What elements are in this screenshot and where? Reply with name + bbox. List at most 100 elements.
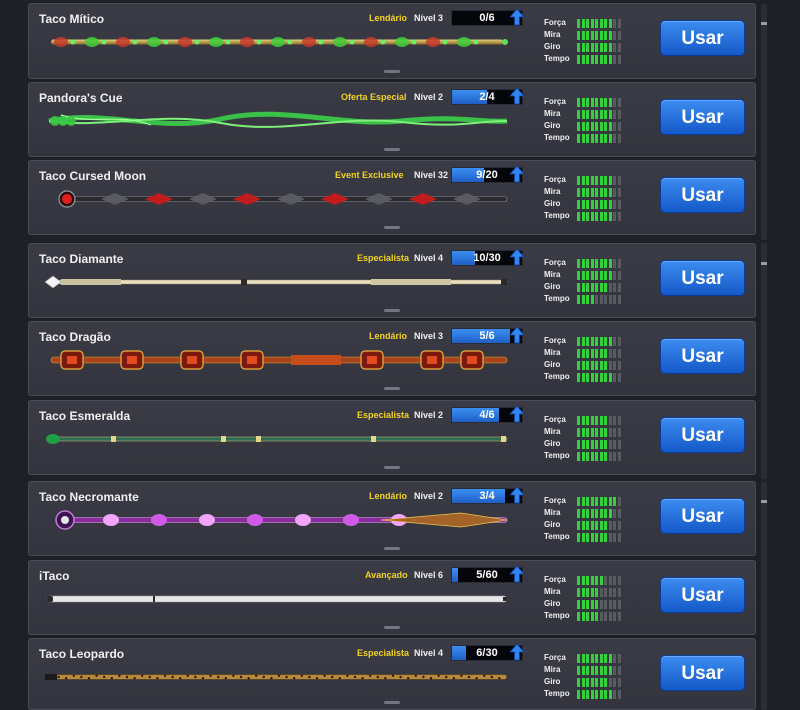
scrollbar-thumb[interactable] bbox=[761, 500, 767, 503]
stat-segment bbox=[604, 690, 608, 699]
up-arrow-icon[interactable] bbox=[509, 486, 525, 504]
stat-segment bbox=[581, 259, 585, 268]
stat-segment bbox=[586, 349, 590, 358]
use-cue-button[interactable]: Usar bbox=[660, 20, 745, 56]
stat-segment bbox=[586, 690, 590, 699]
stat-segment bbox=[613, 428, 617, 437]
stat-bar bbox=[577, 509, 622, 518]
stat-segment bbox=[599, 19, 603, 28]
up-arrow-icon[interactable] bbox=[509, 165, 525, 183]
stat-label: Mira bbox=[544, 427, 561, 436]
stat-segment bbox=[590, 361, 594, 370]
use-cue-button[interactable]: Usar bbox=[660, 338, 745, 374]
stat-segment bbox=[590, 43, 594, 52]
expand-handle[interactable] bbox=[384, 70, 400, 73]
expand-handle[interactable] bbox=[384, 148, 400, 151]
stat-segment bbox=[577, 122, 581, 131]
stat-segment bbox=[595, 295, 599, 304]
stat-segment bbox=[613, 337, 617, 346]
stat-segment bbox=[617, 98, 621, 107]
stat-segment bbox=[617, 110, 621, 119]
stat-segment bbox=[608, 295, 612, 304]
stat-segment bbox=[604, 440, 608, 449]
cue-level: Nível 3 bbox=[414, 13, 444, 23]
use-cue-button[interactable]: Usar bbox=[660, 577, 745, 613]
stat-segment bbox=[595, 440, 599, 449]
stat-segment bbox=[581, 271, 585, 280]
scrollbar-track-bottom[interactable] bbox=[761, 482, 767, 710]
stat-segment bbox=[586, 373, 590, 382]
stat-segment bbox=[595, 349, 599, 358]
stat-segment bbox=[586, 361, 590, 370]
stat-segment bbox=[604, 588, 608, 597]
stat-segment bbox=[617, 416, 621, 425]
cue-card: Pandora's Cue Oferta Especial Nível 2 2/4 Fo… bbox=[28, 82, 756, 157]
stat-segment bbox=[617, 122, 621, 131]
stat-segment bbox=[581, 295, 585, 304]
expand-handle[interactable] bbox=[384, 387, 400, 390]
cue-image bbox=[44, 275, 508, 289]
stat-segment bbox=[577, 43, 581, 52]
stat-segment bbox=[595, 122, 599, 131]
stat-bar bbox=[577, 31, 622, 40]
cue-card: Taco Esmeralda Especialista Nível 2 4/6 Forç… bbox=[28, 400, 756, 475]
stat-label: Força bbox=[544, 97, 566, 106]
stat-segment bbox=[577, 690, 581, 699]
stat-label: Tempo bbox=[544, 532, 570, 541]
scrollbar-thumb[interactable] bbox=[761, 262, 767, 265]
stat-segment bbox=[604, 337, 608, 346]
up-arrow-icon[interactable] bbox=[509, 326, 525, 344]
expand-handle[interactable] bbox=[384, 466, 400, 469]
stat-segment bbox=[590, 271, 594, 280]
stat-segment bbox=[617, 283, 621, 292]
scrollbar-thumb[interactable] bbox=[761, 22, 767, 25]
up-arrow-icon[interactable] bbox=[509, 248, 525, 266]
stat-segment bbox=[581, 361, 585, 370]
up-arrow-icon[interactable] bbox=[509, 8, 525, 26]
stat-segment bbox=[590, 295, 594, 304]
cue-tier: Lendário bbox=[369, 13, 408, 23]
stat-segment bbox=[586, 452, 590, 461]
stat-segment bbox=[595, 416, 599, 425]
stat-segment bbox=[577, 428, 581, 437]
stat-segment bbox=[613, 533, 617, 542]
use-cue-button[interactable]: Usar bbox=[660, 260, 745, 296]
stat-segment bbox=[599, 337, 603, 346]
stat-bar bbox=[577, 122, 622, 131]
use-cue-button[interactable]: Usar bbox=[660, 417, 745, 453]
stat-segment bbox=[577, 666, 581, 675]
expand-handle[interactable] bbox=[384, 626, 400, 629]
stat-segment bbox=[599, 361, 603, 370]
stat-segment bbox=[577, 283, 581, 292]
stat-segment bbox=[577, 588, 581, 597]
stat-segment bbox=[595, 521, 599, 530]
stat-segment bbox=[577, 337, 581, 346]
scrollbar-track-top[interactable] bbox=[761, 4, 767, 240]
use-cue-button[interactable]: Usar bbox=[660, 177, 745, 213]
expand-handle[interactable] bbox=[384, 226, 400, 229]
expand-handle[interactable] bbox=[384, 547, 400, 550]
up-arrow-icon[interactable] bbox=[509, 643, 525, 661]
expand-handle[interactable] bbox=[384, 701, 400, 704]
stat-segment bbox=[595, 98, 599, 107]
stat-bar bbox=[577, 666, 622, 675]
stat-segment bbox=[617, 55, 621, 64]
up-arrow-icon[interactable] bbox=[509, 565, 525, 583]
use-cue-button[interactable]: Usar bbox=[660, 498, 745, 534]
stat-bar bbox=[577, 428, 622, 437]
use-cue-button[interactable]: Usar bbox=[660, 99, 745, 135]
up-arrow-icon[interactable] bbox=[509, 405, 525, 423]
stat-label: Força bbox=[544, 18, 566, 27]
stat-segment bbox=[613, 373, 617, 382]
use-cue-button[interactable]: Usar bbox=[660, 655, 745, 691]
up-arrow-icon[interactable] bbox=[509, 87, 525, 105]
cue-name: Taco Diamante bbox=[39, 252, 124, 266]
stat-segment bbox=[577, 678, 581, 687]
stat-segment bbox=[608, 259, 612, 268]
scrollbar-track-mid[interactable] bbox=[761, 243, 767, 479]
stat-segment bbox=[613, 19, 617, 28]
cue-tier: Especialista bbox=[357, 648, 410, 658]
stat-bar bbox=[577, 612, 622, 621]
expand-handle[interactable] bbox=[384, 309, 400, 312]
stat-segment bbox=[599, 295, 603, 304]
